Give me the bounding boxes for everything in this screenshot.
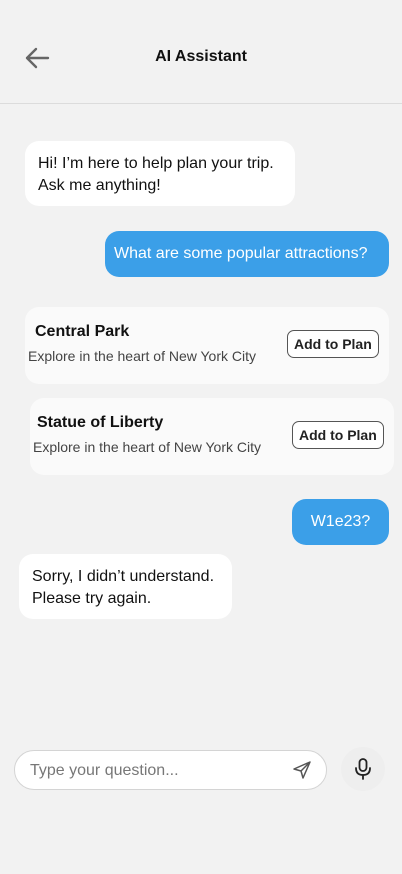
attraction-name: Central Park	[35, 323, 130, 340]
add-to-plan-button[interactable]: Add to Plan	[287, 330, 379, 358]
attraction-card: Central Park Explore in the heart of New…	[25, 307, 389, 384]
attraction-name: Statue of Liberty	[37, 414, 164, 431]
question-input[interactable]	[30, 760, 280, 782]
chat-screen: AI Assistant Hi! I’m here to help plan y…	[0, 0, 402, 874]
assistant-message: Sorry, I didn’t understand. Please try a…	[19, 554, 232, 619]
composer	[14, 750, 327, 790]
assistant-message: Hi! I’m here to help plan your trip. Ask…	[25, 141, 295, 206]
attraction-card: Statue of Liberty Explore in the heart o…	[30, 398, 394, 475]
microphone-button[interactable]	[341, 747, 385, 791]
user-message: W1e23?	[292, 499, 389, 545]
header: AI Assistant	[0, 0, 402, 104]
user-message: What are some popular attractions?	[105, 231, 389, 277]
send-icon	[293, 761, 311, 779]
attraction-description: Explore in the heart of New York City	[28, 348, 257, 364]
attraction-description: Explore in the heart of New York City	[33, 439, 262, 455]
microphone-icon	[355, 758, 371, 780]
send-button[interactable]	[292, 760, 314, 782]
add-to-plan-button[interactable]: Add to Plan	[292, 421, 384, 449]
page-title: AI Assistant	[155, 48, 247, 65]
